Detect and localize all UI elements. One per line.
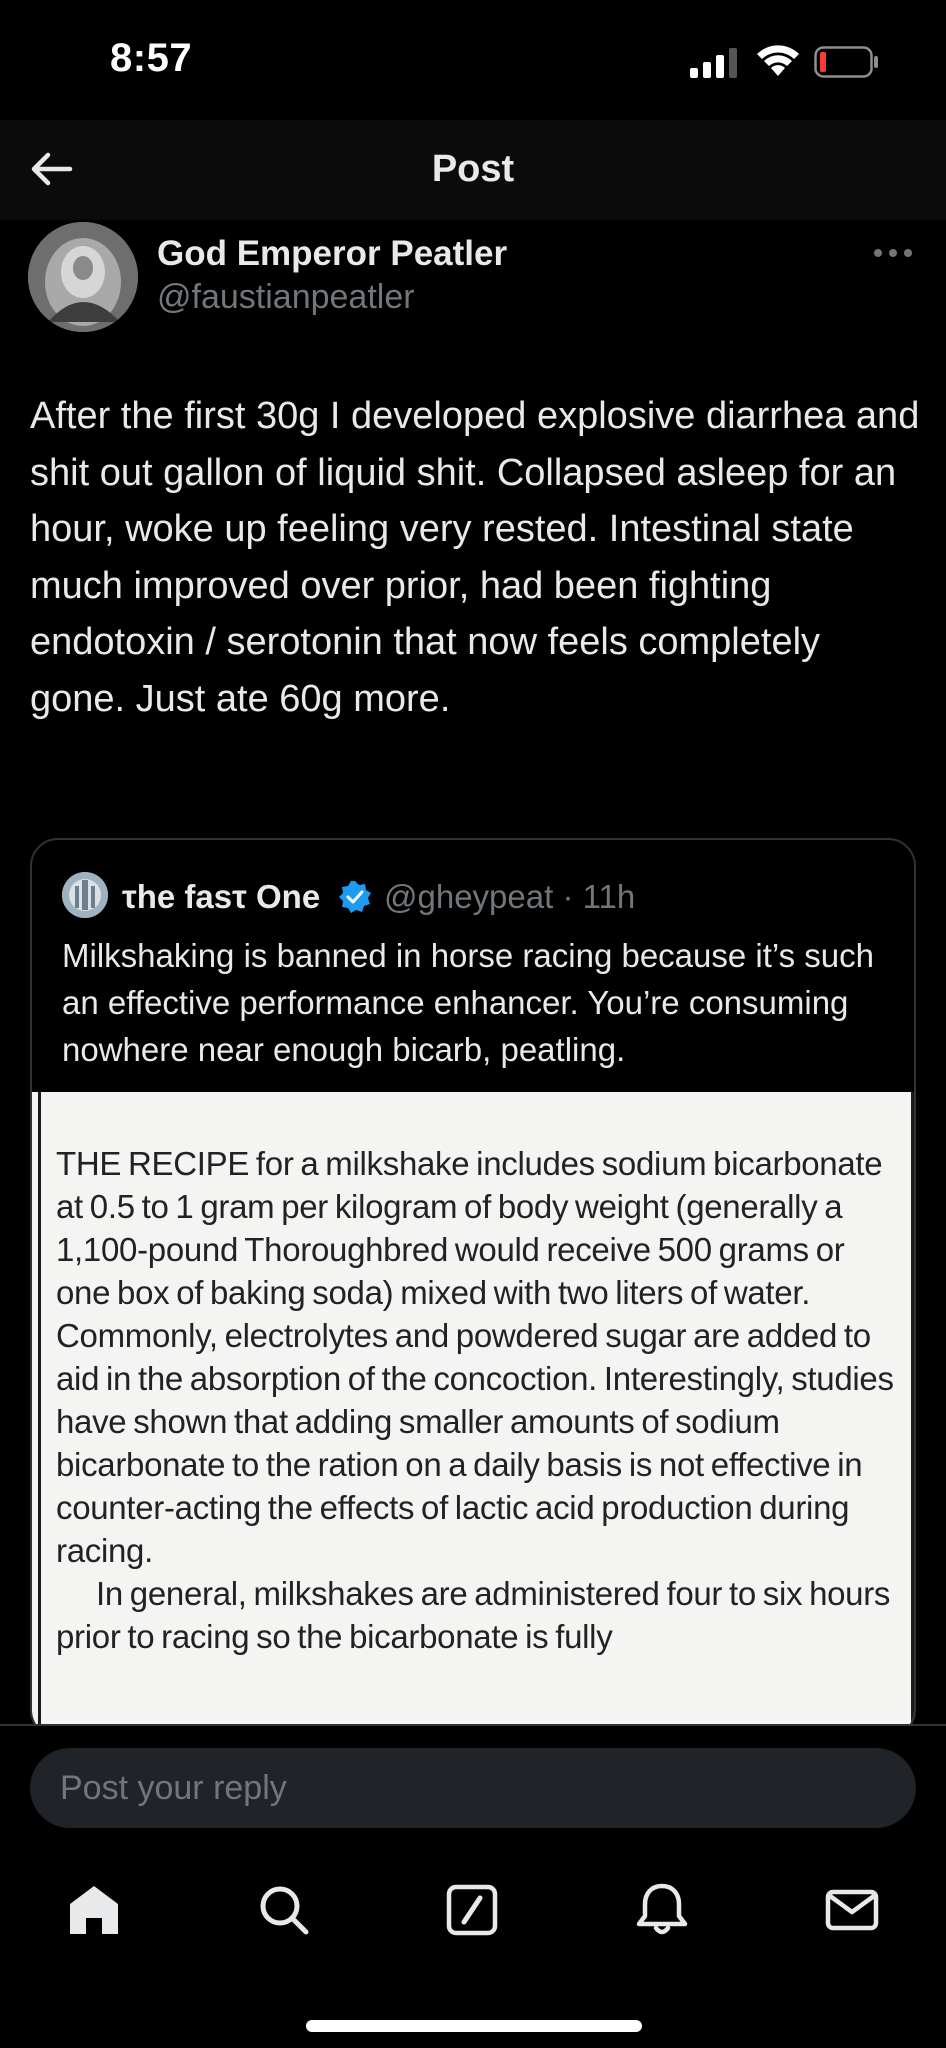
mail-icon[interactable] <box>822 1880 882 1940</box>
tab-bar <box>0 1854 946 2048</box>
reply-input[interactable] <box>30 1748 916 1828</box>
status-time: 8:57 <box>110 36 193 80</box>
page-title: Post <box>431 148 515 190</box>
quote-handle-time: @gheypeat · 11h <box>384 878 636 915</box>
quote-text: Milkshaking is banned in horse racing be… <box>62 937 875 1068</box>
image-border-right <box>911 1092 914 1736</box>
compose-icon[interactable] <box>442 1880 502 1940</box>
status-bar: 8:57 <box>0 0 946 120</box>
post-text: After the first 30g I developed explosiv… <box>30 395 920 720</box>
cellular-signal-icon <box>690 48 737 78</box>
avatar[interactable] <box>28 222 138 332</box>
image-border-left <box>38 1092 41 1736</box>
home-indicator[interactable] <box>306 2020 642 2032</box>
home-icon[interactable] <box>64 1880 124 1940</box>
wifi-icon <box>757 45 799 76</box>
quote-avatar <box>62 872 108 918</box>
image-paragraph-2: In general, milkshakes are administered … <box>56 1575 891 1655</box>
verified-badge-icon <box>339 881 371 913</box>
author-display-name[interactable]: God Emperor Peatler <box>157 234 507 274</box>
image-article-text: THE RECIPE for a milkshake includes sodi… <box>56 1142 898 1658</box>
more-options-icon[interactable] <box>872 244 914 262</box>
search-icon[interactable] <box>254 1880 314 1940</box>
author-handle[interactable]: @faustianpeatler <box>157 278 415 317</box>
quote-image[interactable]: THE RECIPE for a milkshake includes sodi… <box>32 1092 914 1736</box>
battery-icon <box>814 46 878 78</box>
avatar-image <box>28 222 138 332</box>
quote-display-name: τhe fasτ One <box>122 878 321 915</box>
header: Post <box>0 120 946 220</box>
quoted-post[interactable]: τhe fasτ One @gheypeat · 11h Milkshaking… <box>30 838 916 1738</box>
quote-avatar-image <box>62 872 108 918</box>
reply-bar <box>0 1724 946 1854</box>
bell-icon[interactable] <box>632 1880 692 1940</box>
image-paragraph-1: THE RECIPE for a milkshake includes sodi… <box>56 1145 894 1569</box>
